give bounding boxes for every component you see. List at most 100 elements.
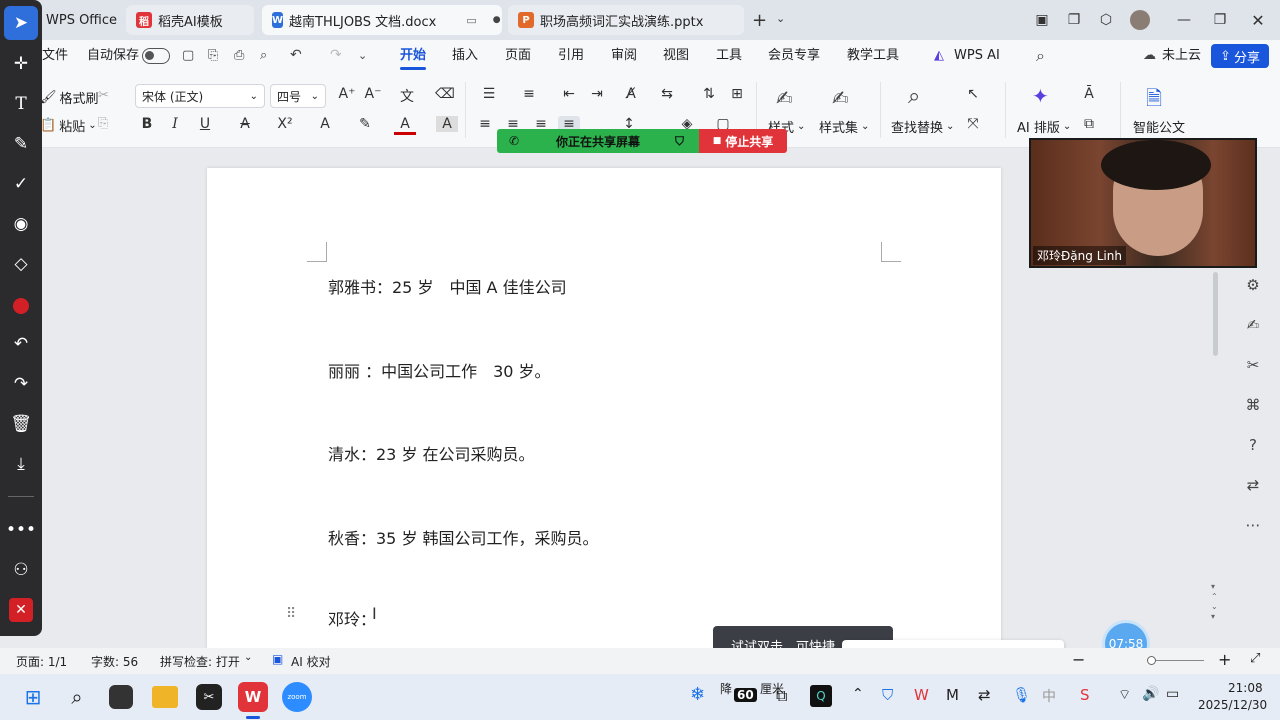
stop-share-button[interactable]: ■ 停止共享 (699, 129, 787, 153)
new-tab-icon[interactable]: + (752, 10, 767, 31)
cloud-status[interactable]: 未上云 (1162, 40, 1201, 72)
redo-icon[interactable]: ↷ (330, 47, 342, 63)
style-set-icon[interactable]: ✍ (832, 86, 849, 110)
share-button[interactable]: ⇪ 分享 (1211, 44, 1269, 68)
tab-wps-office[interactable]: WPS Office (36, 5, 120, 35)
menu-reference[interactable]: 引用 (558, 40, 584, 72)
wps-tray-icon[interactable]: W (914, 686, 929, 704)
drag-handle-icon[interactable]: ⠿ (286, 606, 296, 622)
adjust-icon[interactable]: ⚙ (1226, 270, 1280, 300)
undo-icon[interactable]: ↶ (0, 326, 42, 362)
convert-icon[interactable]: ⇆ (656, 86, 678, 102)
clock-time[interactable]: 21:08 (1228, 681, 1263, 695)
underline-icon[interactable]: U (194, 116, 216, 132)
search-icon[interactable]: ⌕ (1036, 46, 1045, 66)
scissors-icon[interactable]: ✂ (98, 88, 109, 103)
windows-start-icon[interactable]: ⊞ (18, 682, 48, 712)
search-icon[interactable]: ⌕ (62, 682, 92, 712)
chevron-down-icon[interactable]: ⌄ (776, 12, 785, 25)
ai-layout-icon[interactable]: ✦ (1032, 84, 1049, 108)
pinyin-icon[interactable]: 文 (396, 86, 418, 106)
menu-review[interactable]: 审阅 (611, 40, 637, 72)
close-icon[interactable]: ✕ (1246, 8, 1270, 32)
doc-line-5[interactable]: 邓玲： (328, 606, 376, 630)
ai-layout-button[interactable]: AI 排版 ⌄ (1017, 117, 1071, 136)
format-painter-button[interactable]: 🖌 格式刷 (40, 88, 99, 107)
autosave-toggle[interactable] (142, 48, 170, 64)
zoom-out-icon[interactable]: − (1072, 650, 1085, 669)
document-page[interactable] (207, 168, 1001, 648)
puzzle-icon[interactable]: ⌘ (1226, 390, 1280, 420)
tab-docer[interactable]: 稻 稻壳AI模板 (126, 5, 254, 35)
cube-icon[interactable]: ⬡ (1094, 8, 1118, 32)
download-icon[interactable]: ⤓ (0, 446, 42, 482)
tab-document[interactable]: W 越南THLJOBS 文档.docx ▭ ● (262, 5, 502, 35)
wifi-icon[interactable]: ⌔ (1118, 686, 1131, 704)
numbering-icon[interactable]: ≡ (518, 86, 540, 102)
wps-taskbar-icon[interactable]: W (238, 682, 268, 712)
styles-icon[interactable]: ✍ (776, 86, 793, 110)
increase-indent-icon[interactable]: ⇥ (586, 86, 608, 102)
doc-line-2[interactable]: 丽丽 ：中国公司工作 30 岁。 (328, 358, 551, 382)
more-chevron-icon[interactable]: ⌄ (358, 49, 367, 62)
eraser-icon[interactable]: ⌫ (434, 86, 456, 102)
window-icon[interactable]: ❐ (1062, 8, 1086, 32)
sort-icon[interactable]: ⇅ (698, 86, 720, 102)
scrollbar[interactable] (1213, 272, 1218, 356)
find-icon[interactable]: ⌕ (908, 84, 920, 109)
trash-icon[interactable]: 🗑 (0, 406, 42, 442)
word-count[interactable]: 字数: 56 (91, 653, 138, 670)
translate-icon[interactable]: ⇄ (1226, 470, 1280, 500)
doc-line-1[interactable]: 郭雅书：25 岁 中国 A 佳佳公司 (328, 274, 567, 298)
minimize-icon[interactable]: — (1172, 8, 1196, 32)
text-tool-icon[interactable]: T (0, 86, 42, 122)
menu-file[interactable]: 文件 (42, 40, 68, 72)
text-tools-icon[interactable]: Ā (1078, 86, 1100, 102)
file-explorer-icon[interactable] (152, 686, 178, 708)
decrease-indent-icon[interactable]: ⇤ (558, 86, 580, 102)
ai-check[interactable]: AI 校对 (291, 653, 331, 670)
doc-line-4[interactable]: 秋香：35 岁 韩国公司工作，采购员。 (328, 525, 599, 549)
weather-text[interactable]: 降 (720, 680, 732, 697)
shrink-font-icon[interactable]: A⁻ (362, 86, 384, 102)
avatar[interactable] (1130, 10, 1150, 30)
page-nav-icon[interactable]: ▾ ⌃ ⌄ ▾ (1211, 582, 1218, 622)
video-preview[interactable]: 邓玲Đặng Linh (1029, 138, 1257, 268)
chevron-down-icon[interactable]: ⌄ (244, 652, 252, 663)
screen-icon[interactable]: ▭ (466, 14, 476, 27)
help-icon[interactable]: ? (1226, 430, 1280, 460)
menu-tools[interactable]: 工具 (716, 40, 742, 72)
zoom-in-icon[interactable]: + (1218, 650, 1231, 669)
qq-icon[interactable]: Q (810, 685, 832, 707)
text-effect-icon[interactable]: A (314, 116, 336, 132)
text-direction-icon[interactable]: A̸ (620, 86, 642, 102)
clock-date[interactable]: 2025/12/30 (1198, 698, 1267, 712)
defender-icon[interactable]: ⛉ (882, 686, 893, 704)
menu-wps-ai[interactable]: WPS AI (954, 40, 1000, 72)
style-set-button[interactable]: 样式集 ⌄ (819, 117, 869, 136)
menu-home[interactable]: 开始 (400, 40, 427, 72)
more-icon[interactable]: ⋯ (1226, 510, 1280, 540)
font-color-icon[interactable]: A (394, 116, 416, 135)
sogou-tray-icon[interactable]: S (1080, 686, 1090, 704)
page-count[interactable]: 页面: 1/1 (16, 653, 67, 670)
color-picker-icon[interactable] (13, 298, 29, 314)
menu-member[interactable]: 会员专享 (768, 40, 820, 72)
size-select[interactable]: 四号 ⌄ (270, 84, 326, 108)
undo-icon[interactable]: ↶ (290, 47, 302, 63)
zoom-thumb[interactable] (1147, 656, 1156, 665)
menu-teaching[interactable]: 教学工具 (847, 40, 899, 72)
bullets-icon[interactable]: ☰ (478, 86, 500, 102)
redo-icon[interactable]: ↷ (0, 366, 42, 402)
pen-icon[interactable]: ✎ (0, 126, 42, 162)
spell-check[interactable]: 拼写检查: 打开 (160, 653, 240, 670)
superscript-icon[interactable]: X² (274, 116, 296, 132)
check-icon[interactable]: ✓ (0, 166, 42, 202)
fullscreen-icon[interactable]: ⤢ (1250, 651, 1260, 666)
bold-icon[interactable]: B (136, 116, 158, 132)
copy-icon[interactable]: ⎘ (98, 116, 108, 131)
more-icon[interactable]: ••• (0, 512, 42, 548)
save-icon[interactable]: ▢ (182, 48, 194, 63)
link-icon[interactable]: ⎘ (208, 48, 218, 63)
select-icon[interactable]: ↖ (962, 86, 984, 102)
